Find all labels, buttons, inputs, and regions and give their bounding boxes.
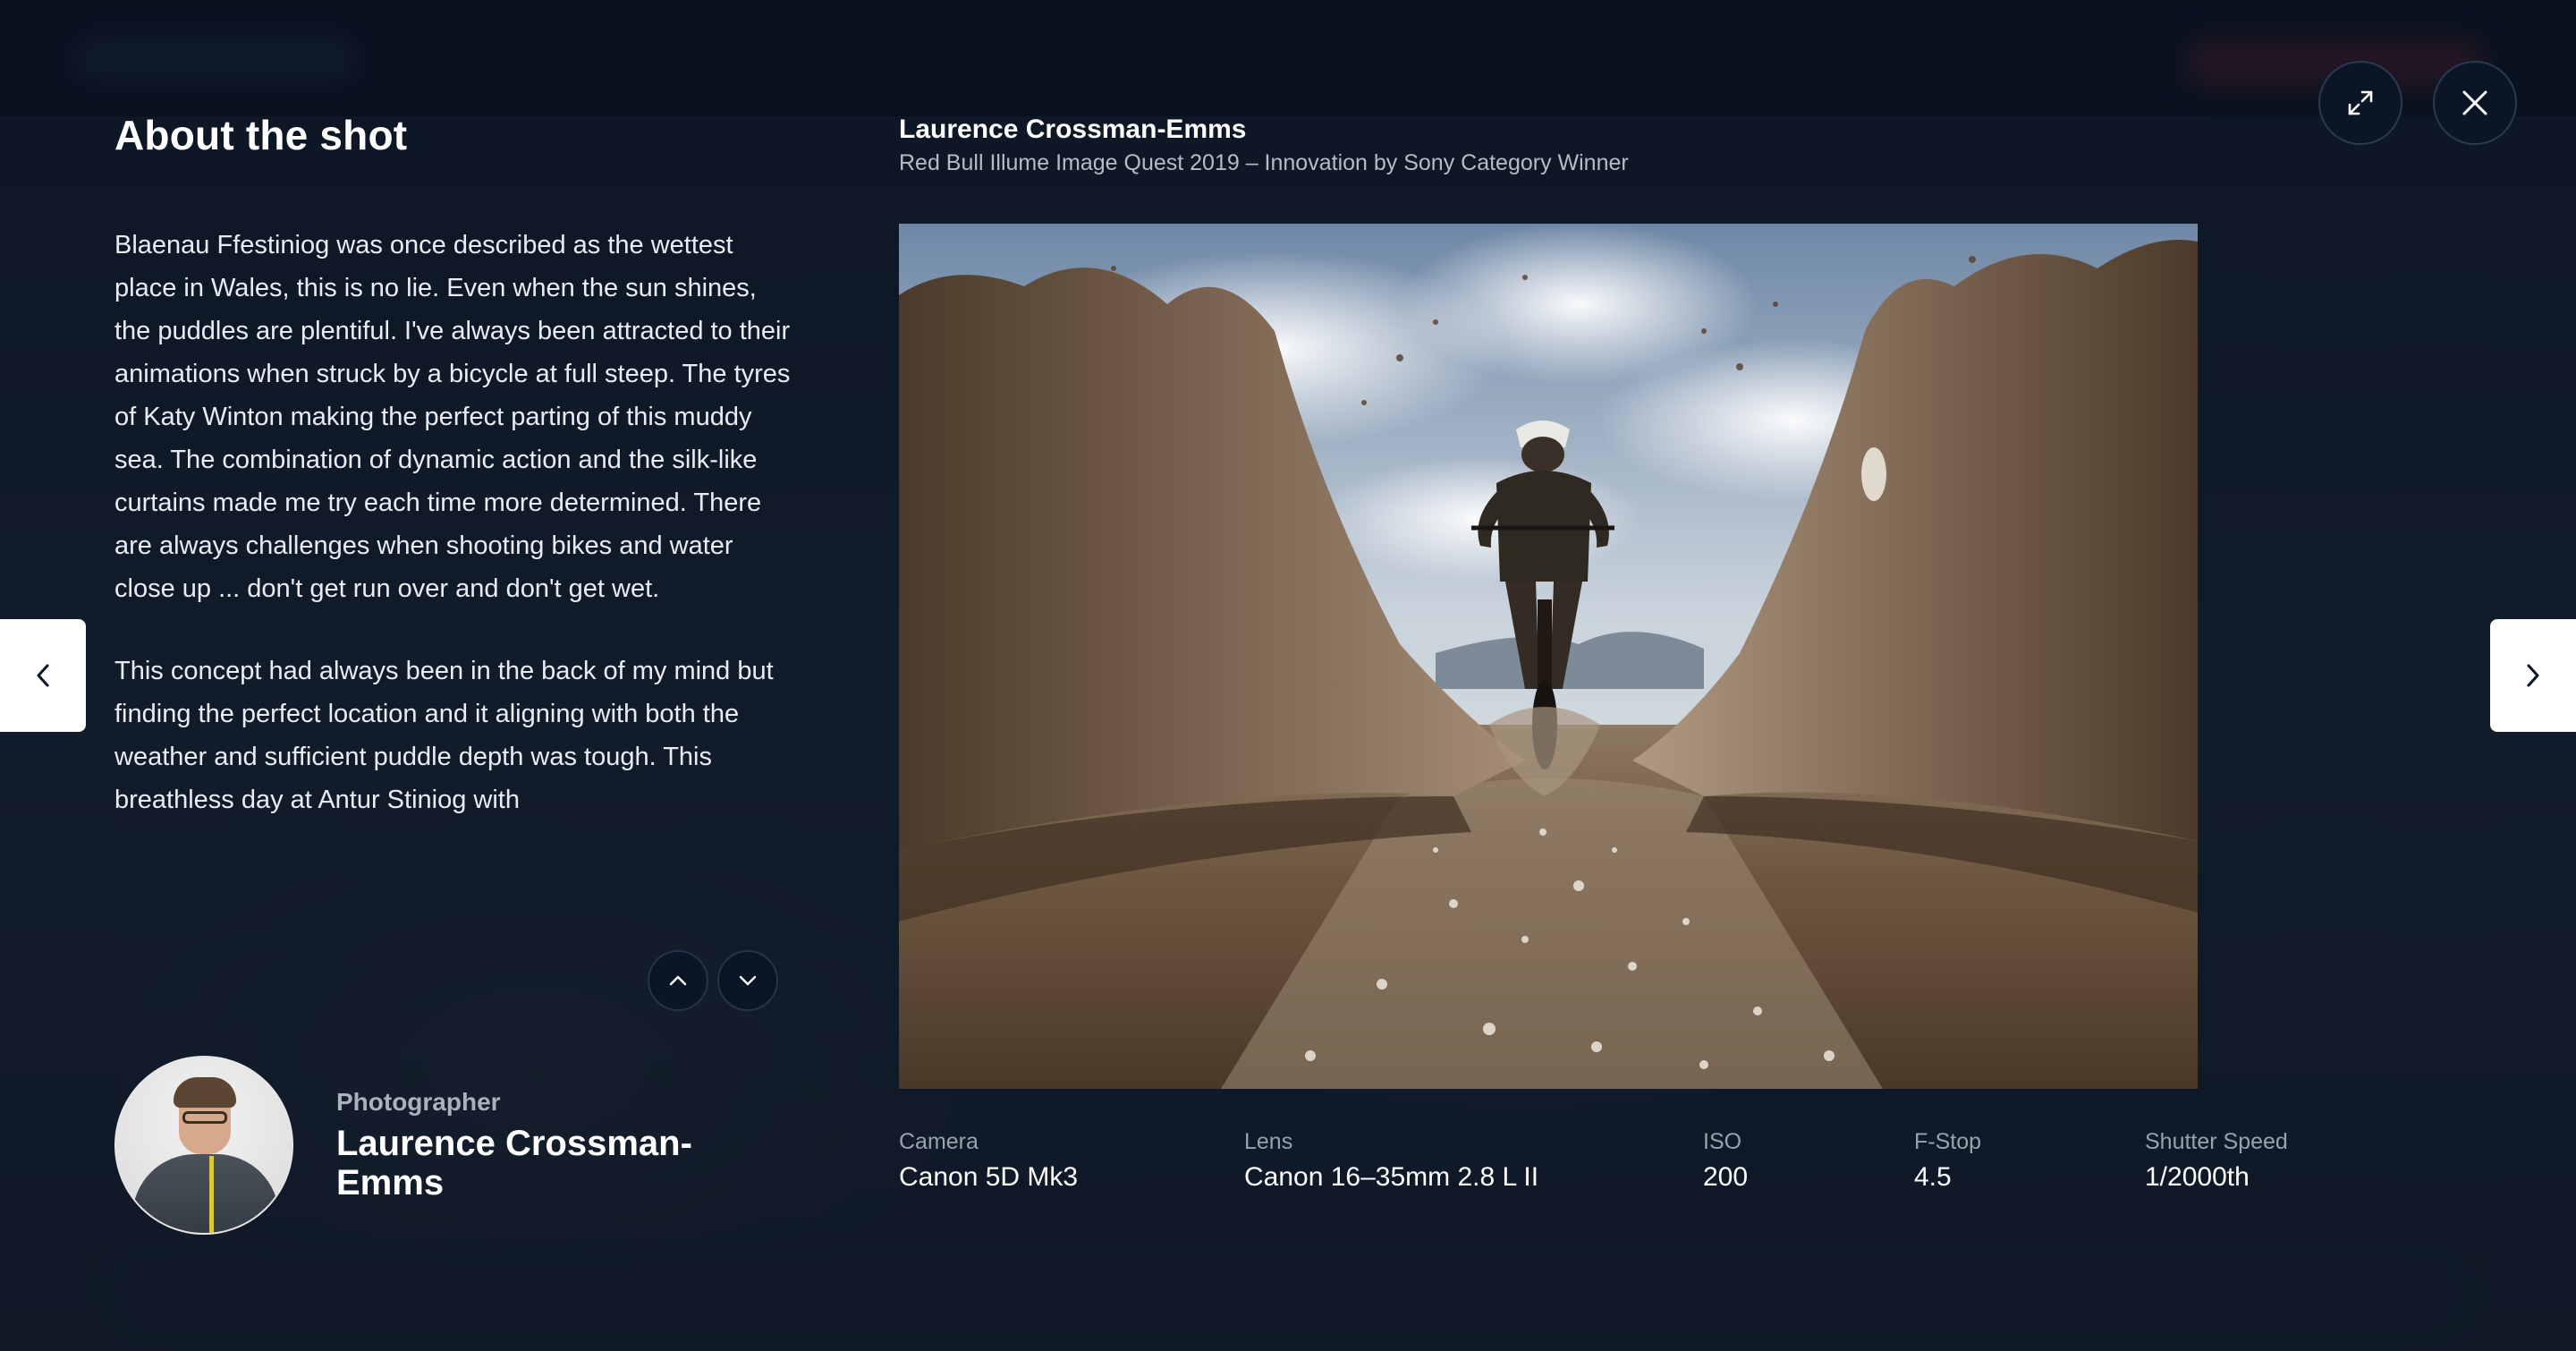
fullscreen-button[interactable] <box>2318 61 2402 145</box>
scroll-up-button[interactable] <box>648 950 708 1011</box>
mountain-bike-mud-splash-image <box>899 224 2198 1089</box>
meta-camera-value: Canon 5D Mk3 <box>899 1162 1079 1192</box>
meta-shutter-value: 1/2000th <box>2145 1162 2250 1192</box>
meta-iso: ISO 200 <box>1703 1129 1748 1193</box>
meta-lens-label: Lens <box>1244 1129 1293 1154</box>
scroll-down-button[interactable] <box>717 950 778 1011</box>
chevron-left-icon <box>37 664 49 687</box>
meta-iso-value: 200 <box>1703 1162 1749 1192</box>
meta-iso-label: ISO <box>1703 1129 1742 1154</box>
shot-description[interactable]: Blaenau Ffestiniog was once described as… <box>114 224 794 904</box>
description-paragraph: This concept had always been in the back… <box>114 657 774 814</box>
meta-camera: Camera Canon 5D Mk3 <box>899 1129 1078 1193</box>
meta-fstop: F-Stop 4.5 <box>1914 1129 1981 1193</box>
chevron-down-icon <box>739 975 757 986</box>
camera-settings: Camera Canon 5D Mk3 Lens Canon 16–35mm 2… <box>0 1129 2576 1201</box>
shot-photo[interactable] <box>899 224 2198 1089</box>
meta-fstop-label: F-Stop <box>1914 1129 1982 1154</box>
page: About the shot Blaenau Ffestiniog was on… <box>0 0 2576 1351</box>
shot-subtitle: Red Bull Illume Image Quest 2019 – Innov… <box>899 150 1629 175</box>
description-paragraph: Blaenau Ffestiniog was once described as… <box>114 231 791 603</box>
meta-camera-label: Camera <box>899 1129 979 1154</box>
close-button[interactable] <box>2433 61 2517 145</box>
description-scroll-controls <box>648 950 778 1011</box>
expand-icon <box>2348 90 2373 115</box>
chevron-up-icon <box>669 975 687 986</box>
meta-shutter-label: Shutter Speed <box>2145 1129 2288 1154</box>
chevron-right-icon <box>2527 664 2539 687</box>
shot-title: Laurence Crossman-Emms <box>899 115 1247 144</box>
previous-shot-button[interactable] <box>0 619 86 732</box>
meta-shutter: Shutter Speed 1/2000th <box>2145 1129 2288 1193</box>
about-title: About the shot <box>114 112 408 158</box>
shot-modal: About the shot Blaenau Ffestiniog was on… <box>0 0 2576 1351</box>
meta-lens-value: Canon 16–35mm 2.8 L II <box>1244 1162 1539 1192</box>
next-shot-button[interactable] <box>2490 619 2576 732</box>
meta-fstop-value: 4.5 <box>1914 1162 1952 1192</box>
photographer-role: Photographer <box>336 1088 501 1116</box>
meta-lens: Lens Canon 16–35mm 2.8 L II <box>1244 1129 1538 1193</box>
close-icon <box>2462 90 2487 115</box>
